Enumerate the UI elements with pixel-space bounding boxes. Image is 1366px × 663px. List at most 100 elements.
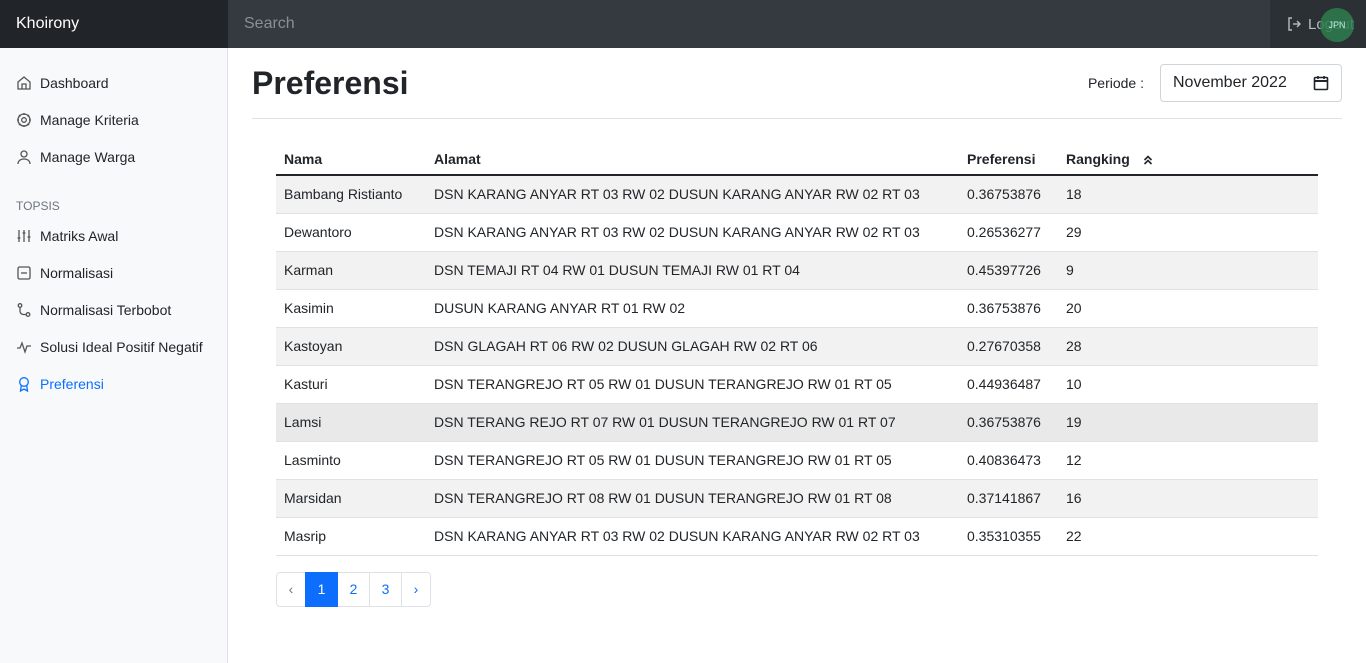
cell-nama: Bambang Ristianto	[276, 175, 426, 214]
sidebar-item-solusi-ideal[interactable]: Solusi Ideal Positif Negatif	[0, 328, 227, 365]
cell-nama: Dewantoro	[276, 213, 426, 252]
table-row[interactable]: Bambang Ristianto DSN KARANG ANYAR RT 03…	[276, 175, 1318, 214]
page-title: Preferensi	[252, 64, 409, 101]
column-header-preferensi[interactable]: Preferensi	[959, 143, 1058, 176]
brand[interactable]: Khoirony	[0, 0, 228, 48]
cell-preferensi: 0.45397726	[959, 251, 1058, 290]
table-row[interactable]: Dewantoro DSN KARANG ANYAR RT 03 RW 02 D…	[276, 213, 1318, 252]
cell-nama: Lamsi	[276, 403, 426, 442]
pagination-prev-button[interactable]: ‹	[276, 571, 306, 607]
column-header-rangking[interactable]: Rangking	[1058, 143, 1318, 176]
sidebar: Dashboard Manage Kriteria Manage Warga T…	[0, 48, 228, 663]
preferensi-table: Nama Alamat Preferensi Rangking Bambang …	[276, 143, 1318, 556]
pagination: ‹ 1 2 3 ›	[276, 571, 1342, 607]
cell-alamat: DSN TERANGREJO RT 08 RW 01 DUSUN TERANGR…	[426, 479, 959, 518]
sidebar-item-normalisasi[interactable]: Normalisasi	[0, 254, 227, 291]
sidebar-item-label: Dashboard	[40, 74, 109, 91]
sidebar-item-manage-kriteria[interactable]: Manage Kriteria	[0, 101, 227, 138]
avatar[interactable]: JPN	[1320, 8, 1354, 42]
periode-month-input[interactable]: November 2022	[1160, 64, 1342, 102]
cell-rangking: 9	[1058, 251, 1318, 290]
cell-nama: Karman	[276, 251, 426, 290]
sidebar-item-label: Solusi Ideal Positif Negatif	[40, 338, 203, 355]
column-header-rangking-label: Rangking	[1066, 150, 1130, 167]
sidebar-item-label: Normalisasi Terbobot	[40, 301, 172, 318]
cell-nama: Kasimin	[276, 289, 426, 328]
column-header-nama[interactable]: Nama	[276, 143, 426, 176]
table-row[interactable]: Kasimin DUSUN KARANG ANYAR RT 01 RW 02 0…	[276, 289, 1318, 328]
cell-preferensi: 0.26536277	[959, 213, 1058, 252]
sidebar-item-label: Manage Warga	[40, 148, 136, 165]
cell-alamat: DSN TEMAJI RT 04 RW 01 DUSUN TEMAJI RW 0…	[426, 251, 959, 290]
activity-icon	[17, 340, 31, 354]
sort-ascending-icon[interactable]	[1142, 154, 1154, 166]
home-icon	[17, 75, 31, 90]
cell-nama: Lasminto	[276, 441, 426, 480]
award-icon	[19, 376, 29, 392]
cell-preferensi: 0.40836473	[959, 441, 1058, 480]
table-row[interactable]: Lamsi DSN TERANG REJO RT 07 RW 01 DUSUN …	[276, 403, 1318, 442]
cell-preferensi: 0.35310355	[959, 517, 1058, 556]
search-input[interactable]: Search	[228, 0, 1270, 48]
sidebar-item-label: Matriks Awal	[40, 227, 119, 244]
cell-preferensi: 0.36753876	[959, 403, 1058, 442]
cell-alamat: DSN KARANG ANYAR RT 03 RW 02 DUSUN KARAN…	[426, 213, 959, 252]
cell-preferensi: 0.37141867	[959, 479, 1058, 518]
pagination-page-2[interactable]: 2	[337, 571, 370, 607]
pagination-next-button[interactable]: ›	[401, 571, 431, 607]
cell-nama: Kasturi	[276, 365, 426, 404]
cell-rangking: 22	[1058, 517, 1318, 556]
cell-rangking: 19	[1058, 403, 1318, 442]
cell-alamat: DSN GLAGAH RT 06 RW 02 DUSUN GLAGAH RW 0…	[426, 327, 959, 366]
main-content: Preferensi Periode : November 2022 Nama …	[252, 48, 1342, 607]
cell-rangking: 29	[1058, 213, 1318, 252]
table-row[interactable]: Marsidan DSN TERANGREJO RT 08 RW 01 DUSU…	[276, 479, 1318, 518]
cell-rangking: 18	[1058, 175, 1318, 214]
gear-icon	[17, 112, 31, 127]
square-minus-icon	[17, 265, 31, 280]
sidebar-item-normalisasi-terbobot[interactable]: Normalisasi Terbobot	[0, 291, 227, 328]
sidebar-item-label: Preferensi	[40, 375, 104, 392]
cell-nama: Masrip	[276, 517, 426, 556]
sliders-icon	[17, 229, 31, 242]
logout-button[interactable]: Logout JPN	[1270, 0, 1366, 48]
preferensi-table-wrapper: Nama Alamat Preferensi Rangking Bambang …	[276, 143, 1318, 556]
cell-rangking: 28	[1058, 327, 1318, 366]
table-row[interactable]: Masrip DSN KARANG ANYAR RT 03 RW 02 DUSU…	[276, 517, 1318, 556]
logout-icon	[1288, 17, 1301, 31]
sidebar-item-dashboard[interactable]: Dashboard	[0, 64, 227, 101]
periode-value: November 2022	[1173, 74, 1287, 91]
top-navbar: Khoirony Search Logout JPN	[0, 0, 1366, 48]
page-header: Preferensi Periode : November 2022	[252, 48, 1342, 119]
cell-preferensi: 0.36753876	[959, 289, 1058, 328]
table-row[interactable]: Kasturi DSN TERANGREJO RT 05 RW 01 DUSUN…	[276, 365, 1318, 404]
cell-rangking: 10	[1058, 365, 1318, 404]
cell-preferensi: 0.44936487	[959, 365, 1058, 404]
table-header-row: Nama Alamat Preferensi Rangking	[276, 143, 1318, 176]
sidebar-section-heading: TOPSIS	[16, 199, 60, 213]
cell-rangking: 16	[1058, 479, 1318, 518]
pagination-page-3[interactable]: 3	[369, 571, 402, 607]
sidebar-item-matriks-awal[interactable]: Matriks Awal	[0, 217, 227, 254]
sidebar-item-label: Manage Kriteria	[40, 111, 139, 128]
user-icon	[17, 149, 31, 164]
pagination-page-1[interactable]: 1	[305, 571, 338, 607]
cell-alamat: DSN TERANG REJO RT 07 RW 01 DUSUN TERANG…	[426, 403, 959, 442]
search-placeholder: Search	[244, 15, 295, 32]
cell-alamat: DSN KARANG ANYAR RT 03 RW 02 DUSUN KARAN…	[426, 175, 959, 214]
table-row[interactable]: Lasminto DSN TERANGREJO RT 05 RW 01 DUSU…	[276, 441, 1318, 480]
cell-alamat: DUSUN KARANG ANYAR RT 01 RW 02	[426, 289, 959, 328]
sidebar-item-manage-warga[interactable]: Manage Warga	[0, 138, 227, 175]
sidebar-item-preferensi[interactable]: Preferensi	[0, 365, 227, 402]
column-header-alamat[interactable]: Alamat	[426, 143, 959, 176]
cell-alamat: DSN TERANGREJO RT 05 RW 01 DUSUN TERANGR…	[426, 365, 959, 404]
cell-preferensi: 0.27670358	[959, 327, 1058, 366]
cell-nama: Marsidan	[276, 479, 426, 518]
periode-label: Periode :	[1087, 75, 1144, 91]
cell-preferensi: 0.36753876	[959, 175, 1058, 214]
table-row[interactable]: Karman DSN TEMAJI RT 04 RW 01 DUSUN TEMA…	[276, 251, 1318, 290]
sidebar-item-label: Normalisasi	[40, 264, 114, 281]
table-row[interactable]: Kastoyan DSN GLAGAH RT 06 RW 02 DUSUN GL…	[276, 327, 1318, 366]
cell-rangking: 12	[1058, 441, 1318, 480]
calendar-icon[interactable]	[1313, 75, 1329, 91]
